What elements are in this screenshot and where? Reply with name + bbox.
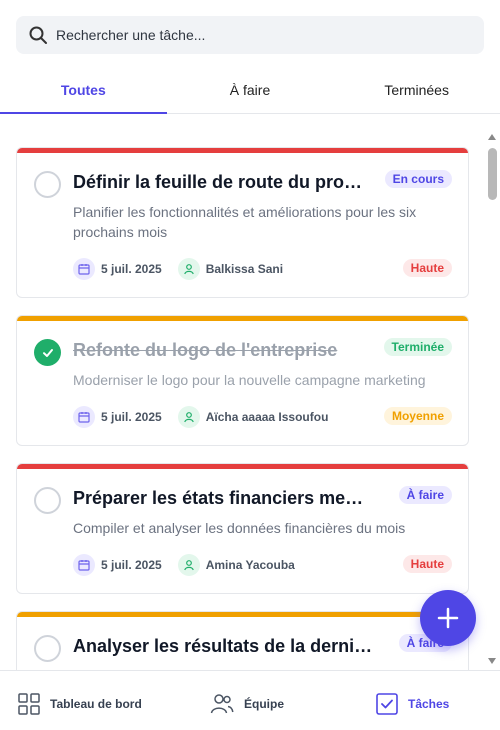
- task-title: Analyser les résultats de la dernière ca…: [73, 636, 373, 656]
- nav-tasks[interactable]: Tâches: [376, 693, 449, 715]
- task-accent-bar: [17, 612, 468, 617]
- task-meta: 5 juil. 2025 Balkissa Sani: [73, 258, 283, 280]
- calendar-icon: [73, 258, 95, 280]
- task-card[interactable]: Refonte du logo de l'entreprise Terminée…: [16, 315, 469, 446]
- task-card[interactable]: Préparer les états financiers mensuels À…: [16, 463, 469, 594]
- users-icon: [210, 694, 234, 714]
- search-input[interactable]: Rechercher une tâche...: [56, 27, 205, 43]
- calendar-icon: [73, 554, 95, 576]
- task-checkbox-checked[interactable]: [34, 339, 61, 366]
- task-meta: 5 juil. 2025 Aïcha aaaaa Issoufou: [73, 406, 328, 428]
- plus-icon: [437, 607, 459, 629]
- priority-badge: Haute: [402, 259, 452, 277]
- task-title: Préparer les états financiers mensuels: [73, 488, 373, 508]
- task-title: Définir la feuille de route du produit: [73, 172, 373, 192]
- task-accent-bar: [17, 148, 468, 153]
- task-checkbox[interactable]: [34, 487, 61, 514]
- tab-all[interactable]: Toutes: [0, 70, 167, 114]
- grid-icon: [18, 693, 40, 715]
- nav-dashboard-label: Tableau de bord: [50, 697, 142, 711]
- tab-todo[interactable]: À faire: [167, 70, 334, 113]
- priority-badge: Haute: [402, 555, 452, 573]
- user-icon: [177, 406, 200, 428]
- status-badge: À faire: [398, 486, 452, 504]
- priority-badge: Moyenne: [383, 407, 452, 425]
- task-title: Refonte du logo de l'entreprise: [73, 340, 338, 360]
- task-description: Moderniser le logo pour la nouvelle camp…: [73, 372, 426, 388]
- task-accent-bar: [17, 316, 468, 321]
- bottom-navigation: Tableau de bord Équipe Tâches: [0, 670, 500, 730]
- task-description: Planifier les fonctionnalités et amélior…: [73, 204, 417, 240]
- search-icon: [29, 26, 47, 44]
- task-list: Définir la feuille de route du produit E…: [0, 115, 500, 670]
- tab-done[interactable]: Terminées: [333, 70, 500, 113]
- scroll-down-arrow[interactable]: [488, 658, 496, 664]
- checkbox-icon: [376, 693, 398, 715]
- task-accent-bar: [17, 464, 468, 469]
- task-assignee: Amina Yacouba: [205, 558, 295, 572]
- add-task-button[interactable]: [420, 590, 476, 646]
- task-checkbox[interactable]: [34, 171, 61, 198]
- task-date: 5 juil. 2025: [101, 410, 162, 424]
- task-card[interactable]: Analyser les résultats de la dernière ca…: [16, 611, 469, 670]
- filter-tabs: Toutes À faire Terminées: [0, 70, 500, 114]
- scrollbar-thumb[interactable]: [488, 148, 497, 200]
- task-card[interactable]: Définir la feuille de route du produit E…: [16, 147, 469, 298]
- task-description: Compiler et analyser les données financi…: [73, 520, 406, 536]
- checkmark-icon: [42, 348, 53, 357]
- status-badge: Terminée: [383, 338, 452, 356]
- task-date: 5 juil. 2025: [101, 558, 162, 572]
- user-icon: [177, 258, 200, 280]
- task-date: 5 juil. 2025: [101, 262, 162, 276]
- task-assignee: Aïcha aaaaa Issoufou: [205, 410, 329, 424]
- search-bar[interactable]: Rechercher une tâche...: [16, 16, 484, 54]
- nav-tasks-label: Tâches: [408, 697, 450, 711]
- user-icon: [177, 554, 200, 576]
- status-badge: En cours: [384, 170, 452, 188]
- task-assignee: Balkissa Sani: [205, 262, 284, 276]
- task-checkbox[interactable]: [34, 635, 61, 662]
- task-app: Rechercher une tâche... Toutes À faire T…: [0, 0, 500, 730]
- task-meta: 5 juil. 2025 Amina Yacouba: [73, 554, 295, 576]
- scroll-up-arrow[interactable]: [488, 134, 496, 140]
- nav-dashboard[interactable]: Tableau de bord: [18, 693, 142, 715]
- calendar-icon: [73, 406, 95, 428]
- nav-team[interactable]: Équipe: [210, 693, 284, 715]
- nav-team-label: Équipe: [244, 697, 285, 711]
